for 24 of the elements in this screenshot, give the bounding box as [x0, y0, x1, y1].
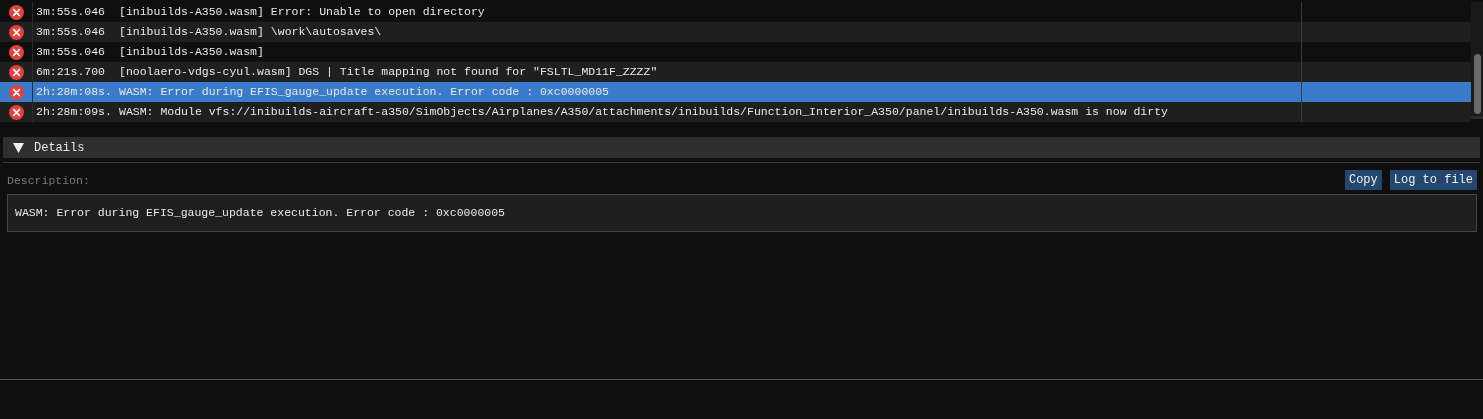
message-cell-text: [noolaero-vdgs-cyul.wasm] DGS | Title mapping not found for "FSLTL_MD11F_ZZZZ" — [118, 64, 659, 80]
log-row[interactable]: 2h:28m:08s. WASM: Error during EFIS_gauge_update execution. Error code : 0xc0000005 — [0, 82, 1471, 102]
message-cell-text: [inibuilds-A350.wasm] Error: Unable to open directory — [118, 4, 486, 20]
error-icon — [8, 64, 24, 80]
description-label: Description: — [7, 173, 90, 187]
message-cell-text: [inibuilds-A350.wasm] — [118, 44, 265, 60]
log-row[interactable]: 2h:28m:09s. WASM: Module vfs://inibuilds-aircraft-a350/SimObjects/Airplanes/A350/attachments/inibuilds/Function_Interior_A350/panel/inibuilds-A350.wasm is now dirty — [0, 102, 1471, 122]
message-cell-text: [inibuilds-A350.wasm] \work\autosaves\ — [118, 24, 383, 40]
details-header[interactable]: Details — [3, 137, 1480, 158]
message-cell-text: WASM: Error during EFIS_gauge_update execution. Error code : 0xc0000005 — [118, 84, 610, 100]
error-icon — [8, 24, 24, 40]
time-cell: 2h:28m:09s. — [32, 102, 116, 122]
error-icon — [8, 104, 24, 120]
error-icon — [8, 4, 24, 20]
log-to-file-button[interactable]: Log to file — [1389, 170, 1477, 190]
error-icon — [8, 44, 24, 60]
error-icon — [8, 84, 24, 100]
description-box: WASM: Error during EFIS_gauge_update execution. Error code : 0xc0000005 — [7, 194, 1477, 232]
copy-button[interactable]: Copy — [1344, 170, 1382, 190]
scrollbar[interactable] — [1471, 2, 1483, 116]
log-row[interactable]: 3m:55s.046 [inibuilds-A350.wasm] \work\autosaves\ — [0, 22, 1471, 42]
log-row[interactable]: 6m:21s.700 [noolaero-vdgs-cyul.wasm] DGS | Title mapping not found for "FSLTL_MD11F_ZZZZ" — [0, 62, 1471, 82]
details-title: Details — [34, 140, 85, 155]
message-cell-text: WASM: Module vfs://inibuilds-aircraft-a350/SimObjects/Airplanes/A350/attachments/inibuilds/Function_Interior_A350/panel/inibuilds-A350.wasm is now dirty — [118, 104, 1169, 120]
